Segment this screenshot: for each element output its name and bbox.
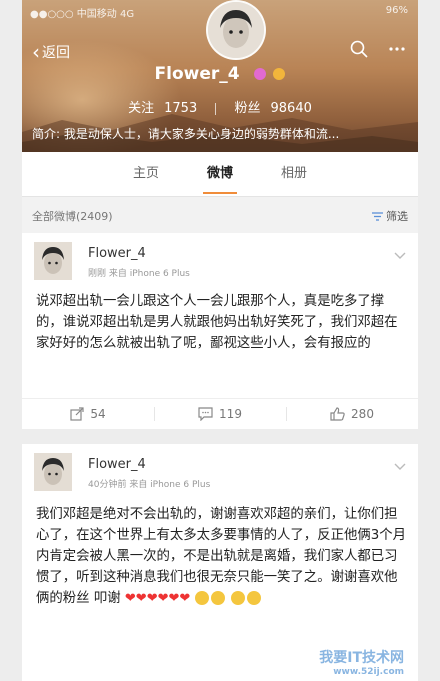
post-text: 我们邓超是绝对不会出轨的，谢谢喜欢邓超的亲们，让你们担心了，在这个世界上有太多太… bbox=[36, 504, 408, 609]
thumbs-up-icon bbox=[330, 407, 345, 421]
like-button[interactable]: 280 bbox=[286, 399, 418, 429]
follow-stats: 关注 1753 粉丝 98640 bbox=[22, 97, 418, 116]
watermark-main: 我要IT技术网 bbox=[319, 650, 404, 666]
tab-album[interactable]: 相册 bbox=[257, 152, 331, 196]
status-carrier: ●●○○○ 中国移动 4G bbox=[30, 9, 135, 20]
praying-emoji-icon bbox=[194, 591, 209, 605]
back-label: 返回 bbox=[42, 45, 70, 61]
feed-filter-bar: 全部微博(2409) 筛选 bbox=[22, 197, 418, 233]
repost-count: 54 bbox=[90, 407, 106, 421]
sad-emoji-icon bbox=[246, 591, 261, 605]
profile-avatar[interactable] bbox=[206, 0, 266, 60]
tab-home[interactable]: 主页 bbox=[109, 152, 183, 196]
more-icon[interactable] bbox=[388, 40, 406, 58]
feed-count: 全部微博(2409) bbox=[32, 210, 113, 223]
chevron-left-icon: ‹ bbox=[32, 40, 40, 64]
vip-badge-icon bbox=[253, 68, 266, 80]
post-author[interactable]: Flower_4 bbox=[88, 457, 146, 472]
heart-icon: ❤ bbox=[135, 591, 147, 606]
profile-tabs: 主页 微博 相册 bbox=[22, 152, 418, 196]
level-badge-icon bbox=[273, 68, 286, 80]
weibo-post[interactable]: Flower_4 40分钟前 来自 iPhone 6 Plus 我们邓超是绝对不… bbox=[22, 444, 418, 681]
weibo-post[interactable]: Flower_4 刚刚 来自 iPhone 6 Plus 说邓超出轨一会儿跟这个… bbox=[22, 233, 418, 429]
chevron-down-icon[interactable] bbox=[394, 245, 406, 264]
profile-username: Flower_4 bbox=[154, 64, 240, 84]
comment-icon bbox=[198, 407, 213, 421]
status-battery: 96% bbox=[385, 5, 408, 16]
comment-button[interactable]: 119 bbox=[154, 399, 286, 429]
tab-weibo[interactable]: 微博 bbox=[183, 152, 257, 196]
heart-icon: ❤ bbox=[124, 591, 136, 606]
fans-label: 粉丝 bbox=[234, 101, 261, 116]
sad-emoji-icon bbox=[230, 591, 245, 605]
praying-emoji-icon bbox=[210, 591, 225, 605]
search-icon[interactable] bbox=[350, 40, 368, 58]
stats-divider bbox=[215, 102, 217, 115]
follow-count: 1753 bbox=[164, 101, 198, 116]
heart-icon: ❤ bbox=[157, 591, 169, 606]
filter-label: 筛选 bbox=[386, 210, 408, 223]
filter-button[interactable]: 筛选 bbox=[372, 208, 408, 224]
heart-icon: ❤ bbox=[146, 591, 158, 606]
heart-icon: ❤ bbox=[168, 591, 180, 606]
follow-stat[interactable]: 关注 1753 bbox=[128, 101, 197, 116]
profile-header: ●●○○○ 中国移动 4G 96% ‹ 返回 Flower_4 关注 1753 粉… bbox=[22, 0, 418, 152]
site-watermark: 我要IT技术网 www.52ij.com bbox=[319, 647, 404, 677]
fans-count: 98640 bbox=[270, 101, 312, 116]
post-avatar[interactable] bbox=[34, 242, 72, 280]
chevron-down-icon[interactable] bbox=[394, 456, 406, 475]
watermark-sub: www.52ij.com bbox=[333, 667, 404, 677]
back-button[interactable]: ‹ 返回 bbox=[32, 42, 70, 62]
post-meta: 刚刚 来自 iPhone 6 Plus bbox=[88, 269, 190, 279]
post-avatar[interactable] bbox=[34, 453, 72, 491]
profile-intro[interactable]: 简介: 我是动保人士，请大家多关心身边的弱势群体和流... bbox=[32, 125, 339, 142]
comment-count: 119 bbox=[219, 407, 242, 421]
post-meta: 40分钟前 来自 iPhone 6 Plus bbox=[88, 480, 211, 490]
filter-icon bbox=[372, 211, 383, 221]
fans-stat[interactable]: 粉丝 98640 bbox=[235, 101, 312, 116]
follow-label: 关注 bbox=[128, 101, 155, 116]
post-actions: 54 119 280 bbox=[22, 398, 418, 429]
heart-icon: ❤ bbox=[179, 591, 191, 606]
emoji-row: ❤❤❤❤❤❤ bbox=[125, 591, 263, 606]
post-text: 说邓超出轨一会儿跟这个人一会儿跟那个人，真是吃多了撑的，谁说邓超出轨是男人就跟他… bbox=[36, 294, 398, 351]
post-author[interactable]: Flower_4 bbox=[88, 246, 146, 261]
repost-icon bbox=[70, 407, 84, 421]
repost-button[interactable]: 54 bbox=[22, 399, 154, 429]
profile-name-row: Flower_4 bbox=[22, 64, 418, 84]
like-count: 280 bbox=[351, 407, 374, 421]
